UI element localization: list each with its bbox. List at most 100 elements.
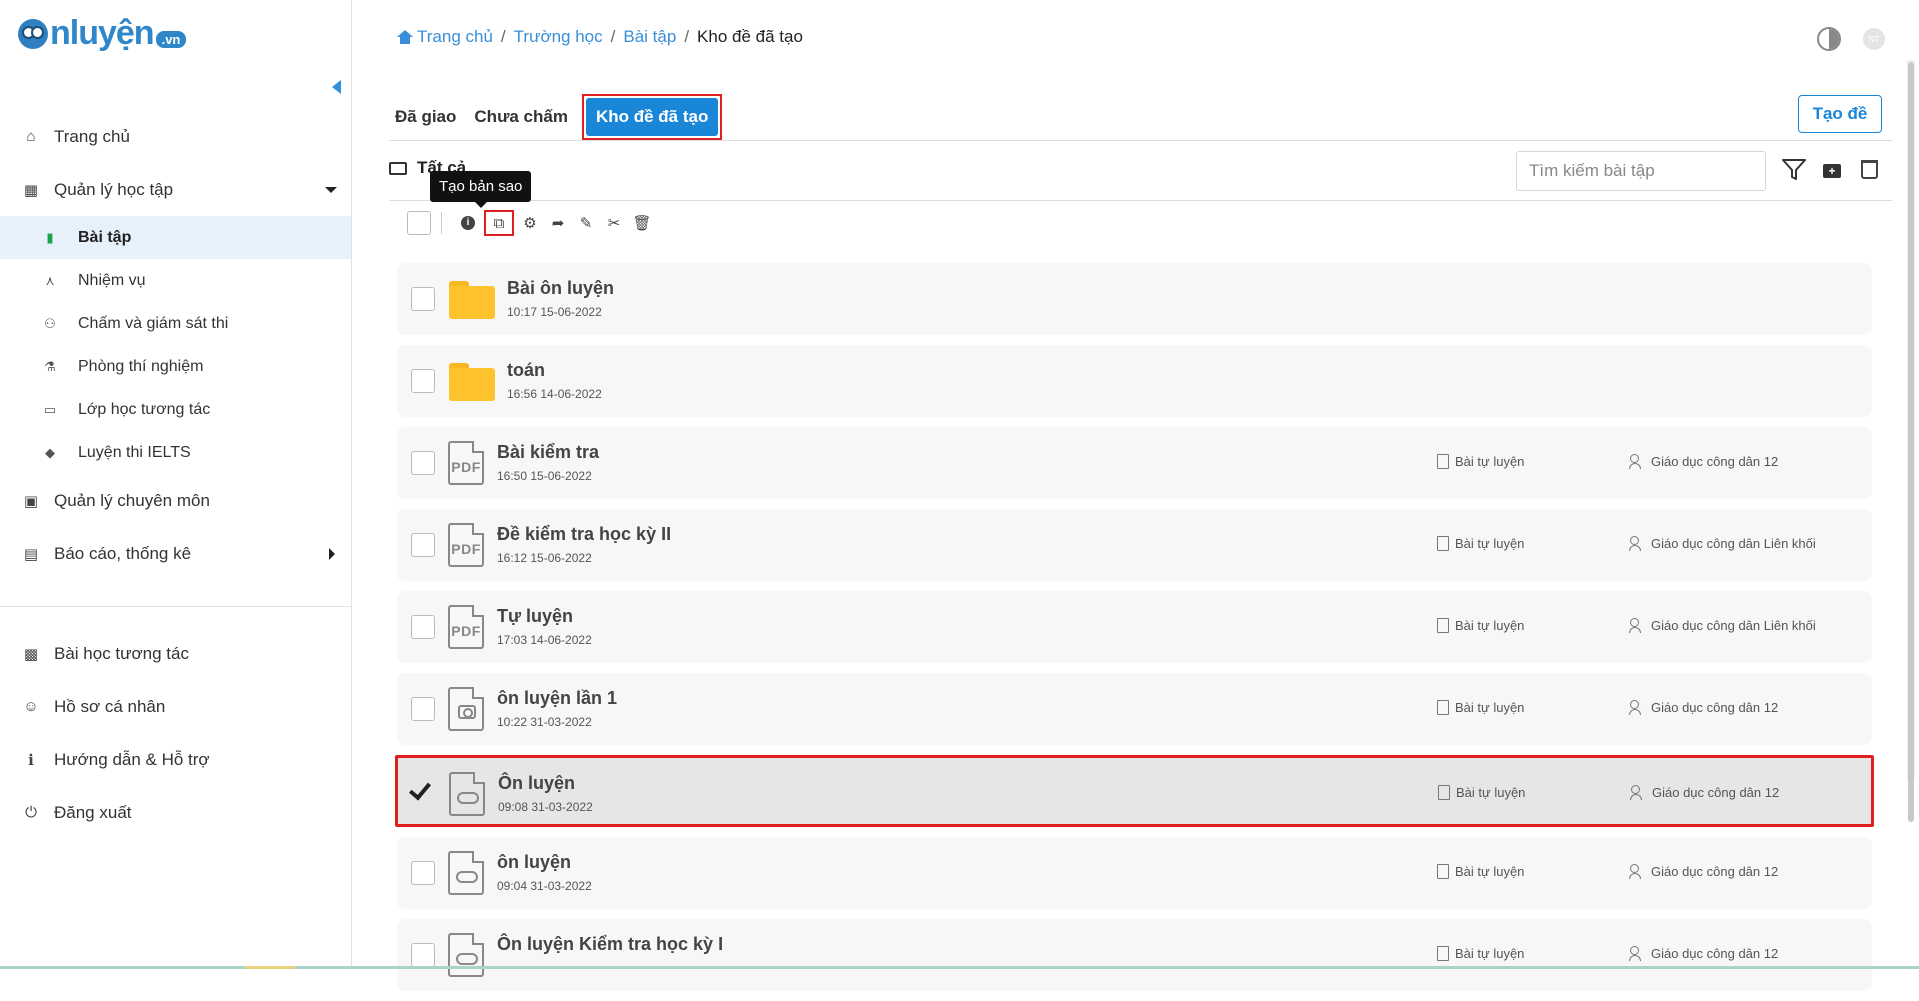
cut-icon[interactable]: ✂ <box>606 215 622 232</box>
item-type: Bài tự luyện <box>1437 864 1524 879</box>
item-date: 09:08 31-03-2022 <box>498 800 593 814</box>
filter-icon[interactable] <box>1781 158 1807 182</box>
item-title[interactable]: ôn luyện <box>497 852 571 873</box>
sidebar: nluyện .vn ⌂ Trang chủ ▦ Quản lý học tập… <box>0 0 352 969</box>
school-icon: ▦ <box>23 181 39 199</box>
select-all-checkbox[interactable] <box>407 211 431 235</box>
document-icon <box>1437 536 1449 551</box>
tab-bar: Đã giao Chưa chấm Kho đề đã tạo <box>395 94 723 140</box>
row-checkbox[interactable] <box>411 451 435 475</box>
create-exam-button[interactable]: Tạo đề <box>1798 95 1882 133</box>
logo-text: nluyện <box>50 14 155 52</box>
sidebar-item-profile[interactable]: ☺ Hồ sơ cá nhân <box>0 680 351 733</box>
item-title[interactable]: Đề kiểm tra học kỳ II <box>497 524 671 545</box>
toolbar-divider <box>441 212 442 234</box>
row-checkbox[interactable] <box>411 369 435 393</box>
sidebar-item-label: Trang chủ <box>54 126 130 146</box>
item-title[interactable]: ôn luyện lần 1 <box>497 688 617 709</box>
sidebar-item-interactive-class[interactable]: ▭ Lớp học tương tác <box>0 388 351 431</box>
compass-icon: ⋏ <box>45 272 55 288</box>
breadcrumb: Trang chủ / Trường học / Bài tập / Kho đ… <box>397 27 803 47</box>
breadcrumb-home[interactable]: Trang chủ <box>417 27 493 47</box>
settings-icon[interactable]: ⚙ <box>522 215 538 232</box>
row-checkbox-checked[interactable] <box>408 777 434 803</box>
scrollbar-thumb[interactable] <box>1908 62 1914 822</box>
row-checkbox[interactable] <box>411 697 435 721</box>
home-icon[interactable] <box>397 30 413 44</box>
delete-icon[interactable]: 🗑 <box>632 215 651 232</box>
sidebar-item-lab[interactable]: ⚗ Phòng thí nghiệm <box>0 345 351 388</box>
sidebar-item-label: Hướng dẫn & Hỗ trợ <box>54 749 210 769</box>
document-icon <box>1437 618 1449 633</box>
search-input[interactable] <box>1516 151 1766 191</box>
list-item[interactable]: Ôn luyện Kiểm tra học kỳ I Bài tự luyện … <box>397 919 1872 991</box>
item-title[interactable]: Bài ôn luyện <box>507 278 614 299</box>
edit-icon[interactable]: ✎ <box>578 215 594 232</box>
main-content: Trang chủ / Trường học / Bài tập / Kho đ… <box>353 0 1919 991</box>
power-icon: ⏻ <box>25 804 37 821</box>
list-item[interactable]: Bài ôn luyện 10:17 15-06-2022 <box>397 263 1872 335</box>
user-list-icon <box>1629 618 1645 633</box>
list-item[interactable]: PDF Bài kiểm tra 16:50 15-06-2022 Bài tự… <box>397 427 1872 499</box>
sidebar-item-professional-management[interactable]: ▣ Quản lý chuyên môn <box>0 474 351 527</box>
item-type-label: Bài tự luyện <box>1455 618 1525 633</box>
sidebar-item-learning-management[interactable]: ▦ Quản lý học tập <box>0 163 351 216</box>
item-subject-label: Giáo dục công dân 12 <box>1652 785 1780 800</box>
sidebar-item-label: Phòng thí nghiệm <box>78 357 204 375</box>
item-type-label: Bài tự luyện <box>1455 536 1525 551</box>
cloud-file-icon <box>448 933 484 977</box>
list-item[interactable]: toán 16:56 14-06-2022 <box>397 345 1872 417</box>
item-type-label: Bài tự luyện <box>1455 700 1525 715</box>
pdf-file-icon: PDF <box>448 441 484 485</box>
sidebar-item-label: Luyện thi IELTS <box>78 443 191 461</box>
sidebar-item-tasks[interactable]: ⋏ Nhiệm vụ <box>0 259 351 302</box>
info-icon[interactable]: i <box>460 215 476 231</box>
item-title[interactable]: Ôn luyện Kiểm tra học kỳ I <box>497 934 723 955</box>
list-item[interactable]: PDF Tự luyện 17:03 14-06-2022 Bài tự luy… <box>397 591 1872 663</box>
new-folder-icon[interactable]: + <box>1823 164 1841 178</box>
list-item[interactable]: ôn luyện 09:04 31-03-2022 Bài tự luyện G… <box>397 837 1872 909</box>
breadcrumb-exercises[interactable]: Bài tập <box>623 27 676 47</box>
document-icon <box>1437 946 1449 961</box>
row-checkbox[interactable] <box>411 533 435 557</box>
sidebar-item-reports[interactable]: ▤ Báo cáo, thống kê <box>0 527 351 580</box>
item-subject-label: Giáo dục công dân 12 <box>1651 454 1779 469</box>
folder-icon <box>449 363 495 401</box>
item-type: Bài tự luyện <box>1437 536 1524 551</box>
list-item[interactable]: ôn luyện lần 1 10:22 31-03-2022 Bài tự l… <box>397 673 1872 745</box>
sidebar-item-home[interactable]: ⌂ Trang chủ <box>0 110 351 163</box>
folder-icon <box>449 281 495 319</box>
sidebar-item-help[interactable]: ℹ Hướng dẫn & Hỗ trợ <box>0 733 351 786</box>
tab-ungraded[interactable]: Chưa chấm <box>474 107 568 127</box>
item-type: Bài tự luyện <box>1437 946 1524 961</box>
sidebar-menu: ⌂ Trang chủ ▦ Quản lý học tập ▮ Bài tập … <box>0 110 351 839</box>
tab-created-bank[interactable]: Kho đề đã tạo <box>585 98 719 136</box>
collapse-sidebar-icon[interactable] <box>332 80 341 94</box>
recycle-bin-icon[interactable] <box>1861 160 1878 179</box>
sidebar-item-exam-supervision[interactable]: ⚇ Chấm và giám sát thi <box>0 302 351 345</box>
sidebar-item-interactive-lessons[interactable]: ▩ Bài học tương tác <box>0 627 351 680</box>
item-subject: Giáo dục công dân Liên khối <box>1629 618 1816 633</box>
duplicate-icon[interactable]: ⧉ <box>484 210 514 236</box>
logo[interactable]: nluyện .vn <box>18 14 187 53</box>
theme-toggle-icon[interactable] <box>1817 27 1841 51</box>
item-title[interactable]: Bài kiểm tra <box>497 442 599 463</box>
sidebar-item-ielts[interactable]: ◆ Luyện thi IELTS <box>0 431 351 474</box>
list-item-selected[interactable]: Ôn luyện 09:08 31-03-2022 Bài tự luyện G… <box>395 755 1874 827</box>
item-title[interactable]: Tự luyện <box>497 606 573 627</box>
share-icon[interactable]: ➦ <box>550 215 566 232</box>
item-type: Bài tự luyện <box>1437 618 1524 633</box>
row-checkbox[interactable] <box>411 861 435 885</box>
user-list-icon <box>1629 946 1645 961</box>
item-title[interactable]: Ôn luyện <box>498 773 575 794</box>
row-checkbox[interactable] <box>411 287 435 311</box>
row-checkbox[interactable] <box>411 615 435 639</box>
avatar[interactable]: NT <box>1863 28 1885 50</box>
item-title[interactable]: toán <box>507 360 545 381</box>
tab-assigned[interactable]: Đã giao <box>395 107 456 127</box>
list-item[interactable]: PDF Đề kiểm tra học kỳ II 16:12 15-06-20… <box>397 509 1872 581</box>
sidebar-item-logout[interactable]: ⏻ Đăng xuất <box>0 786 351 839</box>
breadcrumb-school[interactable]: Trường học <box>514 27 603 47</box>
row-checkbox[interactable] <box>411 943 435 967</box>
sidebar-item-exercises[interactable]: ▮ Bài tập <box>0 216 351 259</box>
